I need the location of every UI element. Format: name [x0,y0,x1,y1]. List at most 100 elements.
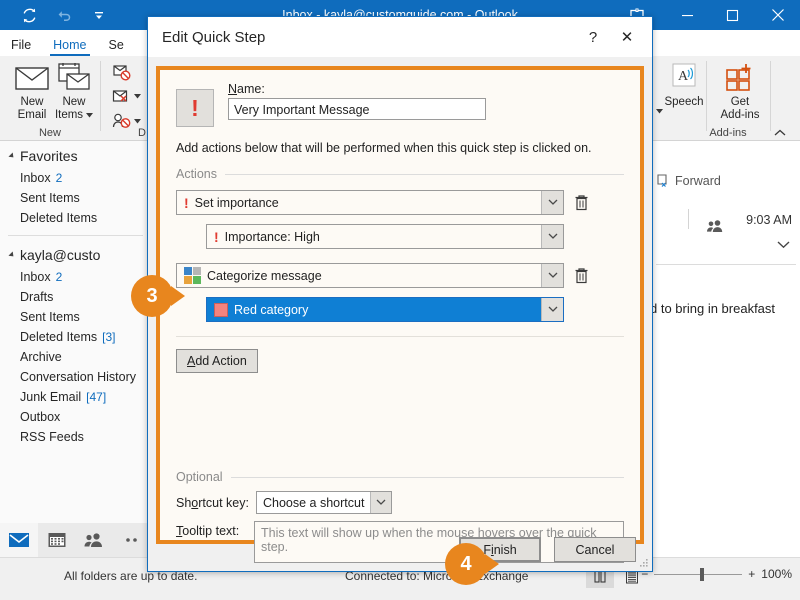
name-label-rest: ame: [237,82,265,96]
get-addins-button[interactable]: Get Add-ins [712,60,768,122]
calendar-icon[interactable] [38,523,76,557]
people-icon[interactable] [76,523,114,557]
ribbon-divider [100,61,101,131]
folder-pane: Favorites Inbox 2 Sent Items Deleted Ite… [0,141,152,523]
tab-send-receive[interactable]: Se [98,36,135,56]
chevron-down-icon[interactable] [541,298,563,321]
quick-access-toolbar [0,4,110,26]
collapse-ribbon-button[interactable] [774,129,786,137]
sidebar-item-deleted-items[interactable]: Deleted Items [3] [0,327,151,347]
resize-grip-icon[interactable] [639,558,649,568]
close-button[interactable] [755,0,800,30]
sidebar-item-favorites-sent-items[interactable]: Sent Items [0,188,151,208]
reading-pane-rule [656,264,796,265]
ribbon-group-new: New Email New Items New [0,56,100,141]
chevron-down-icon[interactable] [86,113,94,118]
forward-button[interactable]: Forward [656,174,721,188]
sidebar-item-outbox[interactable]: Outbox [0,407,151,427]
chevron-down-icon[interactable] [541,264,563,287]
folder-label: Inbox [20,270,51,284]
chevron-down-icon[interactable] [134,94,141,99]
maximize-button[interactable] [710,0,755,30]
tab-file[interactable]: File [0,36,42,56]
minimize-button[interactable] [665,0,710,30]
sidebar-item-drafts[interactable]: Drafts [0,287,151,307]
clean-up-button[interactable] [112,89,141,104]
folder-count: [3] [102,330,116,344]
categorize-icon [184,267,201,284]
name-input[interactable]: Very Important Message [228,98,486,120]
dialog-footer: Fi nish Cancel [148,531,652,571]
favorites-label: Favorites [20,148,78,164]
folder-label: Conversation History [20,370,137,384]
folder-pane-divider [8,235,143,236]
ribbon-group-addins: A Speech Get Add-ins Add-ins [648,56,792,141]
dialog-highlight-frame: ! Name: Very Important Message Add actio… [156,66,644,563]
folder-label: Deleted Items [20,211,98,225]
folder-count: 2 [55,171,63,185]
add-action-button[interactable]: Add Action [176,349,258,373]
more-icon[interactable] [113,523,151,557]
sidebar-item-rss-feeds[interactable]: RSS Feeds [0,427,151,447]
action-select-set-importance[interactable]: ! Set importance [176,190,564,215]
people-icon [706,219,725,233]
action-suboption-red-category[interactable]: Red category [206,297,564,322]
customize-quick-access-icon[interactable] [88,4,110,26]
account-label: kayla@custo [20,247,101,263]
mail-icon[interactable] [0,523,38,557]
shortcut-key-select[interactable]: Choose a shortcut [256,491,393,514]
shortcut-key-row: Shortcut key: Choose a shortcut [176,491,624,514]
ribbon-divider [770,61,771,131]
junk-button[interactable] [112,113,141,129]
action-suboption-importance-high[interactable]: ! Importance: High [206,224,564,249]
folder-label: Deleted Items [20,330,98,344]
callout-tail [171,286,185,306]
chevron-down-icon[interactable] [134,118,141,124]
undo-icon[interactable] [53,4,75,26]
delete-action-icon[interactable] [572,266,590,286]
delete-action-icon[interactable] [572,193,590,213]
action-select-categorize-message[interactable]: Categorize message [176,263,564,288]
sidebar-item-conversation-history[interactable]: Conversation History [0,367,151,387]
sidebar-item-junk-email[interactable]: Junk Email [47] [0,387,151,407]
new-items-button[interactable]: New Items [46,60,102,122]
ignore-button[interactable] [112,64,132,82]
message-time: 9:03 AM [746,213,792,227]
ignore-icon [112,64,132,82]
chevron-down-icon[interactable] [656,109,712,114]
action-suboption-row-importance: ! Importance: High [176,224,624,249]
junk-icon [112,113,131,129]
sidebar-item-archive[interactable]: Archive [0,347,151,367]
zoom-level-label: 100% [761,567,792,581]
favorites-header[interactable]: Favorites [0,141,151,168]
chevron-down-icon[interactable] [541,191,563,214]
shortcut-key-label: Shortcut key: [176,496,250,510]
folder-label: Outbox [20,410,61,424]
sidebar-item-sent-items[interactable]: Sent Items [0,307,151,327]
expand-header-chevron-icon[interactable] [777,241,790,249]
folder-label: Inbox [20,171,51,185]
quick-step-icon: ! [176,89,214,127]
folder-label: RSS Feeds [20,430,84,444]
zoom-slider-thumb[interactable] [700,567,705,581]
sidebar-item-favorites-deleted-items[interactable]: Deleted Items [0,208,151,228]
zoom-in-button[interactable]: + [748,567,755,581]
tab-home[interactable]: Home [42,36,97,56]
dialog-title: Edit Quick Step [162,28,266,46]
chevron-down-icon[interactable] [541,225,563,248]
dialog-content: ! Name: Very Important Message Add actio… [160,70,640,563]
help-icon[interactable]: ? [576,22,610,52]
callout-badge-4: 4 [445,543,499,585]
forward-icon [656,174,671,188]
callout-badge-3: 3 [131,275,185,317]
chevron-down-icon[interactable] [370,492,392,513]
speech-button[interactable]: A Speech [656,60,712,114]
cancel-button[interactable]: Cancel [554,537,636,562]
close-icon[interactable]: ✕ [610,22,644,52]
sidebar-item-favorites-inbox[interactable]: Inbox 2 [0,168,151,188]
zoom-slider[interactable] [654,567,743,581]
sidebar-item-inbox[interactable]: Inbox 2 [0,267,151,287]
send-receive-icon[interactable] [18,4,40,26]
callout-number: 3 [131,275,173,317]
account-header[interactable]: kayla@custo [0,240,151,267]
